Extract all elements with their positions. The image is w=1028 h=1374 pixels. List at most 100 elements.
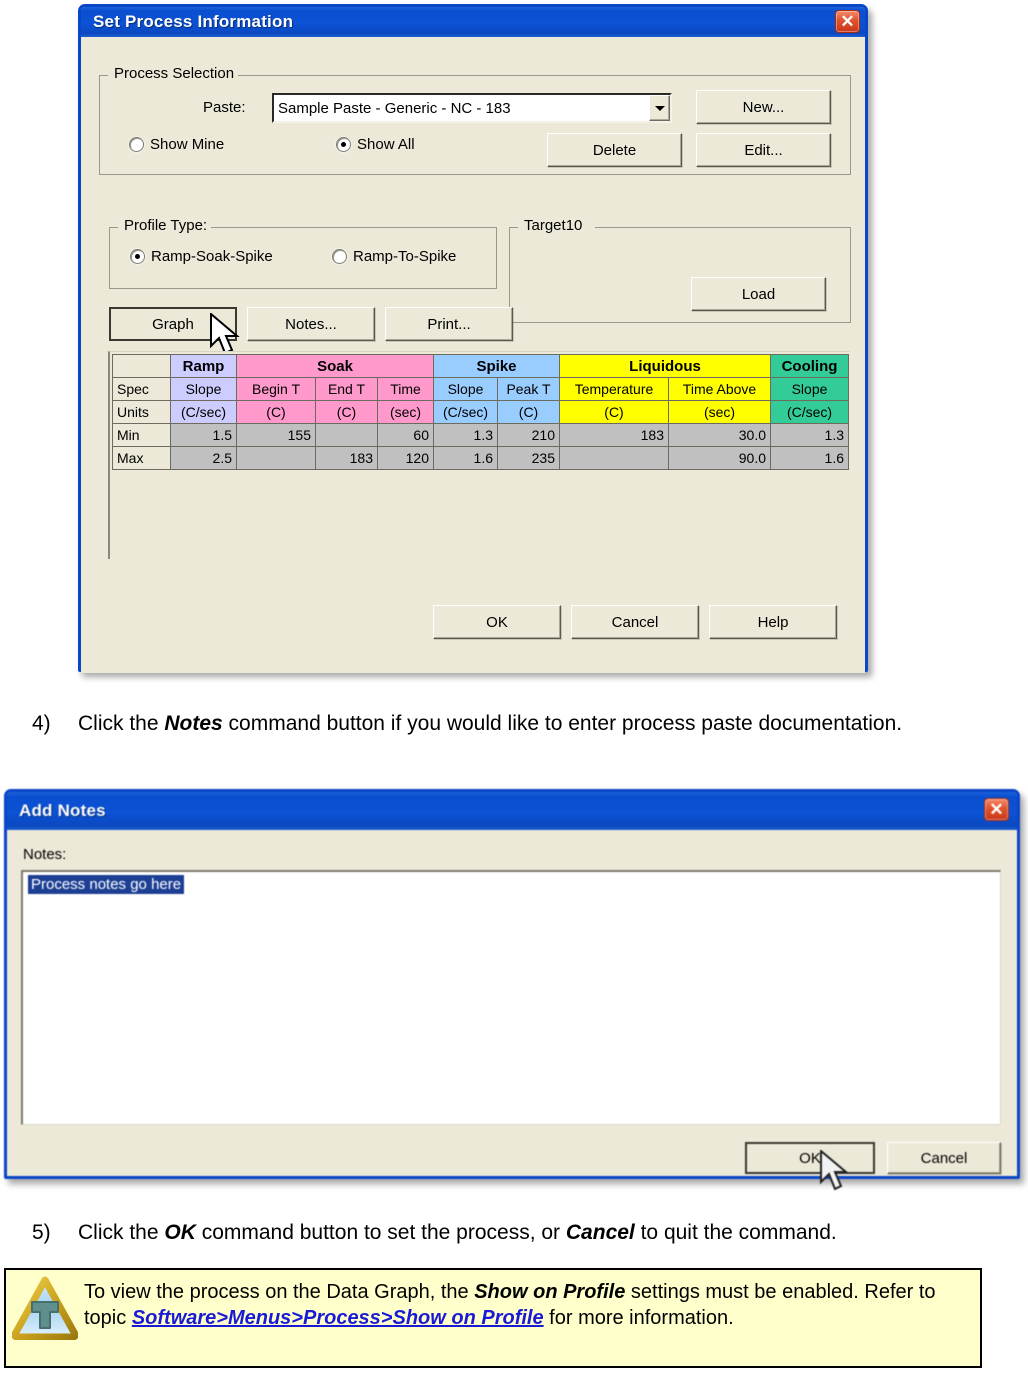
- table-row-max: Max 2.5 183 120 1.6 235 90.0 1.6: [112, 446, 849, 470]
- show-mine-radio[interactable]: Show Mine: [129, 136, 224, 153]
- units-cool-slope: (C/sec): [770, 400, 849, 424]
- min-soak-begin-t[interactable]: 155: [236, 423, 316, 447]
- min-soak-end-t[interactable]: [315, 423, 378, 447]
- max-soak-time[interactable]: 120: [377, 446, 434, 470]
- units-soak-begin-t: (C): [236, 400, 316, 424]
- radio-icon: [129, 137, 144, 152]
- cell-liq-time-above: Time Above: [668, 377, 771, 401]
- max-spike-peak-t[interactable]: 235: [497, 446, 560, 470]
- units-spike-peak-t: (C): [497, 400, 560, 424]
- delete-button[interactable]: Delete: [547, 133, 682, 167]
- page-root: Set Process Information ✕ Process Select…: [0, 0, 1028, 1374]
- step-4: 4) Click the Notes command button if you…: [32, 710, 932, 738]
- units-liq-time-above: (sec): [668, 400, 771, 424]
- step-4-number: 4): [32, 712, 51, 735]
- row-label-spec: Spec: [112, 377, 171, 401]
- min-ramp-slope[interactable]: 1.5: [170, 423, 237, 447]
- set-process-information-dialog: Set Process Information ✕ Process Select…: [78, 4, 868, 673]
- close-icon[interactable]: ✕: [984, 798, 1009, 821]
- dialog1-titlebar[interactable]: Set Process Information ✕: [81, 7, 865, 37]
- new-button[interactable]: New...: [696, 90, 831, 124]
- ramp-to-spike-radio[interactable]: Ramp-To-Spike: [332, 248, 456, 265]
- max-liq-time-above[interactable]: 90.0: [668, 446, 771, 470]
- paste-combobox-value: Sample Paste - Generic - NC - 183: [278, 99, 511, 117]
- radio-icon-selected: [336, 137, 351, 152]
- min-soak-time[interactable]: 60: [377, 423, 434, 447]
- paste-label: Paste:: [203, 99, 246, 116]
- dialog2-title: Add Notes: [19, 801, 106, 820]
- ramp-soak-spike-radio[interactable]: Ramp-Soak-Spike: [130, 248, 273, 265]
- spec-grid-container[interactable]: Ramp Soak Spike Liquidous Cooling Spec S…: [108, 351, 850, 559]
- edit-button[interactable]: Edit...: [696, 133, 831, 167]
- process-selection-legend: Process Selection: [110, 65, 239, 82]
- tip-text: To view the process on the Data Graph, t…: [84, 1281, 936, 1330]
- cell-spike-peak-t: Peak T: [497, 377, 560, 401]
- row-label-max: Max: [112, 446, 171, 470]
- load-button[interactable]: Load: [691, 277, 826, 311]
- chevron-down-icon[interactable]: [649, 95, 670, 121]
- notes-button[interactable]: Notes...: [247, 307, 375, 341]
- notes-cancel-button[interactable]: Cancel: [887, 1142, 1001, 1174]
- show-all-radio[interactable]: Show All: [336, 136, 415, 153]
- units-soak-end-t: (C): [315, 400, 378, 424]
- close-icon[interactable]: ✕: [835, 10, 860, 33]
- min-spike-peak-t[interactable]: 210: [497, 423, 560, 447]
- tip-note-box: To view the process on the Data Graph, t…: [4, 1268, 982, 1368]
- row-label-units: Units: [112, 400, 171, 424]
- add-notes-dialog: Add Notes ✕ Notes: Process notes go here…: [4, 789, 1020, 1191]
- cell-spike-slope: Slope: [433, 377, 498, 401]
- row-label-min: Min: [112, 423, 171, 447]
- dialog2-body: Notes: Process notes go here OK Cancel: [7, 830, 1017, 1191]
- notes-label: Notes:: [23, 846, 67, 863]
- cell-liq-temperature: Temperature: [559, 377, 669, 401]
- max-ramp-slope[interactable]: 2.5: [170, 446, 237, 470]
- header-liquidous: Liquidous: [559, 354, 771, 378]
- ok-button[interactable]: OK: [433, 605, 561, 639]
- max-soak-end-t[interactable]: 183: [315, 446, 378, 470]
- show-mine-label: Show Mine: [150, 136, 225, 153]
- graph-button[interactable]: Graph: [109, 307, 237, 341]
- step-5-text: Click the OK command button to set the p…: [78, 1221, 837, 1244]
- corner-cell: [112, 354, 171, 378]
- notes-selected-text: Process notes go here: [28, 875, 185, 894]
- max-cool-slope[interactable]: 1.6: [770, 446, 849, 470]
- header-soak: Soak: [236, 354, 434, 378]
- notes-textarea[interactable]: Process notes go here: [21, 870, 1001, 1125]
- cell-soak-end-t: End T: [315, 377, 378, 401]
- step-5: 5) Click the OK command button to set th…: [32, 1219, 1022, 1247]
- min-liq-temperature[interactable]: 183: [559, 423, 669, 447]
- print-button[interactable]: Print...: [385, 307, 513, 341]
- header-spike: Spike: [433, 354, 560, 378]
- target10-legend: Target10: [520, 217, 587, 234]
- show-all-label: Show All: [357, 136, 415, 153]
- radio-icon: [332, 249, 347, 264]
- table-row-min: Min 1.5 155 60 1.3 210 183 30.0 1.3: [112, 423, 849, 447]
- table-row-units: Units (C/sec) (C) (C) (sec) (C/sec) (C) …: [112, 400, 849, 424]
- max-liq-temperature[interactable]: [559, 446, 669, 470]
- table-row-spec: Spec Slope Begin T End T Time Slope Peak…: [112, 377, 849, 401]
- cell-soak-time: Time: [377, 377, 434, 401]
- max-spike-slope[interactable]: 1.6: [433, 446, 498, 470]
- spec-table: Ramp Soak Spike Liquidous Cooling Spec S…: [112, 354, 849, 470]
- help-button[interactable]: Help: [709, 605, 837, 639]
- cell-cool-slope: Slope: [770, 377, 849, 401]
- min-liq-time-above[interactable]: 30.0: [668, 423, 771, 447]
- profile-type-legend: Profile Type:: [120, 217, 212, 234]
- cell-soak-begin-t: Begin T: [236, 377, 316, 401]
- cell-ramp-slope: Slope: [170, 377, 237, 401]
- min-spike-slope[interactable]: 1.3: [433, 423, 498, 447]
- header-cooling: Cooling: [770, 354, 849, 378]
- notes-ok-button[interactable]: OK: [745, 1142, 875, 1174]
- target10-group: Target10 Load: [509, 217, 851, 323]
- paste-combobox[interactable]: Sample Paste - Generic - NC - 183: [272, 93, 672, 123]
- dialog2-titlebar[interactable]: Add Notes ✕: [7, 792, 1017, 830]
- table-row-group-headers: Ramp Soak Spike Liquidous Cooling: [112, 354, 849, 378]
- step-5-number: 5): [32, 1221, 51, 1244]
- cancel-button[interactable]: Cancel: [571, 605, 699, 639]
- max-soak-begin-t[interactable]: [236, 446, 316, 470]
- min-cool-slope[interactable]: 1.3: [770, 423, 849, 447]
- ramp-soak-spike-label: Ramp-Soak-Spike: [151, 248, 273, 265]
- units-ramp-slope: (C/sec): [170, 400, 237, 424]
- dialog1-body: Process Selection Paste: Sample Paste - …: [81, 37, 865, 673]
- tip-topic-link[interactable]: Software>Menus>Process>Show on Profile: [132, 1307, 544, 1329]
